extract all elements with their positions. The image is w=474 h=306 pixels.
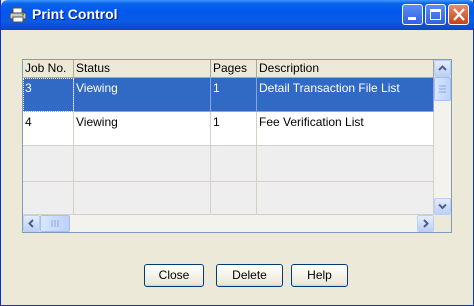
help-button[interactable]: Help — [291, 264, 348, 287]
printer-icon — [9, 7, 27, 23]
scrollbar-corner — [434, 215, 451, 232]
empty-cell — [257, 182, 434, 215]
empty-cell — [211, 146, 257, 182]
cell-description: Detail Transaction File List — [257, 78, 434, 112]
horizontal-scrollbar[interactable] — [23, 215, 434, 232]
list-rows: 3 Viewing 1 Detail Transaction File List… — [23, 78, 434, 215]
empty-cell — [23, 146, 74, 182]
cell-status: Viewing — [74, 78, 211, 112]
delete-button[interactable]: Delete — [216, 264, 283, 287]
scroll-left-icon — [28, 219, 34, 228]
column-header-job-no[interactable]: Job No. — [23, 60, 74, 77]
empty-cell — [74, 182, 211, 215]
print-control-window: Print Control Job No. Status Pages Descr… — [0, 0, 474, 306]
cell-status: Viewing — [74, 112, 211, 146]
cell-job-no: 3 — [23, 78, 74, 112]
horizontal-scroll-thumb[interactable] — [40, 215, 70, 232]
title-bar[interactable]: Print Control — [1, 0, 474, 30]
table-row-selected[interactable]: 3 Viewing 1 Detail Transaction File List — [23, 78, 434, 112]
cell-job-no: 4 — [23, 112, 74, 146]
scroll-right-icon — [423, 219, 429, 228]
print-jobs-list[interactable]: Job No. Status Pages Description 3 Viewi… — [22, 59, 452, 233]
scroll-left-button[interactable] — [23, 215, 40, 232]
list-header: Job No. Status Pages Description — [23, 60, 434, 78]
scroll-right-button[interactable] — [417, 215, 434, 232]
cell-description: Fee Verification List — [257, 112, 434, 146]
empty-cell — [74, 146, 211, 182]
maximize-button[interactable] — [425, 4, 446, 25]
column-header-pages[interactable]: Pages — [211, 60, 257, 77]
scroll-down-icon — [438, 203, 447, 210]
cell-pages: 1 — [211, 78, 257, 112]
table-row[interactable]: 4 Viewing 1 Fee Verification List — [23, 112, 434, 146]
empty-cell — [257, 146, 434, 182]
cell-pages: 1 — [211, 112, 257, 146]
empty-cell — [211, 182, 257, 215]
minimize-button[interactable] — [402, 4, 423, 25]
grip-icon — [51, 220, 59, 227]
vertical-scroll-thumb[interactable] — [434, 77, 451, 101]
minimize-icon — [408, 17, 416, 20]
empty-cell — [23, 182, 74, 215]
maximize-icon — [430, 9, 441, 20]
grip-icon — [439, 85, 446, 93]
scroll-down-button[interactable] — [434, 198, 451, 215]
column-header-description[interactable]: Description — [257, 60, 434, 77]
vertical-scrollbar[interactable] — [434, 60, 451, 215]
empty-row — [23, 182, 434, 215]
scroll-up-icon — [438, 65, 447, 71]
close-button[interactable]: Close — [144, 264, 204, 287]
empty-row — [23, 146, 434, 182]
close-icon — [453, 8, 465, 21]
window-title: Print Control — [32, 6, 118, 22]
close-window-button[interactable] — [448, 4, 469, 25]
scroll-up-button[interactable] — [434, 60, 451, 77]
column-header-status[interactable]: Status — [74, 60, 211, 77]
